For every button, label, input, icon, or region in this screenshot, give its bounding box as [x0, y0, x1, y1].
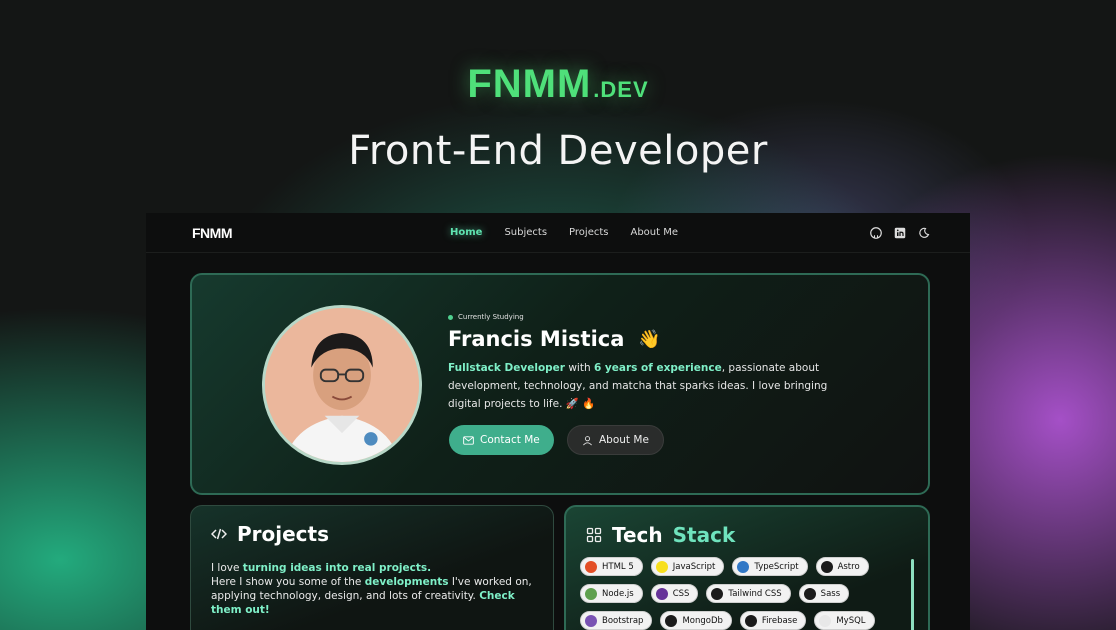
linkedin-icon[interactable] — [894, 227, 906, 239]
bio-experience: 6 years of experience — [593, 362, 722, 374]
avatar — [262, 305, 422, 465]
tech-title-b: Stack — [672, 523, 736, 547]
bio-with: with — [564, 362, 594, 374]
tech-logo-icon — [711, 587, 724, 600]
tech-title-a: Tech — [612, 523, 663, 547]
tech-logo-icon — [655, 587, 668, 600]
tech-chip: JavaScript — [650, 557, 725, 576]
tech-chip-label: HTML 5 — [602, 561, 634, 572]
projects-title: Projects — [211, 522, 329, 546]
tech-chip: Firebase — [739, 611, 807, 630]
tech-logo-icon — [585, 560, 597, 573]
nav-link-projects[interactable]: Projects — [569, 227, 608, 238]
nav-link-about[interactable]: About Me — [630, 227, 678, 238]
nav-link-subjects[interactable]: Subjects — [504, 227, 547, 238]
tech-chip: MongoDb — [660, 611, 732, 630]
status-dot — [448, 314, 453, 320]
about-me-label: About Me — [599, 434, 649, 446]
tech-logo-icon — [665, 614, 678, 627]
hero-logo-suffix: .DEV — [593, 77, 649, 102]
tech-logo-icon — [655, 560, 668, 573]
tech-chip-label: Firebase — [761, 615, 798, 626]
tech-logo-icon — [803, 587, 816, 600]
projects-line2-prefix: Here I show you some of the — [211, 576, 365, 588]
hero-logo-main: FNMM — [467, 62, 592, 106]
profile-bio: Fullstack Developer with 6 years of expe… — [448, 359, 848, 413]
tech-chip-label: Node.js — [602, 588, 634, 599]
tech-chip: TypeScript — [732, 557, 808, 576]
nav-icons — [870, 226, 930, 239]
tech-logo-icon — [819, 614, 832, 627]
mail-icon — [463, 435, 474, 445]
website-preview: FNMM Home Subjects Projects About Me Cur… — [146, 213, 970, 630]
projects-card: Projects I love turning ideas into real … — [190, 505, 554, 630]
nav-link-home[interactable]: Home — [450, 227, 482, 238]
github-icon[interactable] — [870, 226, 882, 239]
profile-name: Francis Mistica 👋 — [448, 327, 661, 351]
tech-logo-icon — [737, 560, 750, 573]
hero-subtitle: Front-End Developer — [348, 128, 768, 174]
nav-logo[interactable]: FNMM — [192, 225, 233, 241]
tech-chip: HTML 5 — [580, 557, 643, 576]
tech-chip-label: MySQL — [836, 615, 866, 626]
tech-chip-label: Astro — [837, 561, 860, 572]
tech-chip: MySQL — [814, 611, 875, 630]
tech-chip: Node.js — [580, 584, 643, 603]
tech-chip: Tailwind CSS — [706, 584, 791, 603]
tech-chip: CSS — [650, 584, 699, 603]
tech-logo-icon — [744, 614, 757, 627]
contact-me-label: Contact Me — [480, 434, 540, 446]
navbar: FNMM Home Subjects Projects About Me — [146, 213, 970, 253]
status-line: Currently Studying — [448, 313, 524, 321]
projects-line1-prefix: I love — [211, 562, 243, 574]
bio-role: Fullstack Developer — [448, 362, 565, 374]
projects-line1-highlight: turning ideas into real projects. — [242, 562, 432, 574]
tech-scrollbar[interactable] — [911, 559, 914, 630]
tech-chip-label: Bootstrap — [602, 615, 644, 626]
user-icon — [583, 435, 592, 445]
theme-toggle-icon[interactable] — [918, 227, 930, 239]
tech-chip-label: CSS — [672, 588, 690, 599]
tech-stack-title: Tech Stack — [586, 523, 735, 547]
profile-card: Currently Studying Francis Mistica 👋 Ful… — [190, 273, 930, 495]
projects-description: I love turning ideas into real projects.… — [211, 561, 541, 617]
hero-logo: FNMM.DEV — [0, 62, 1116, 107]
tech-chip: Sass — [798, 584, 850, 603]
tech-logo-icon — [820, 560, 833, 573]
grid-icon — [586, 527, 602, 543]
profile-name-text: Francis Mistica — [448, 327, 625, 351]
tech-chip-label: JavaScript — [672, 561, 716, 572]
waving-hand-icon: 👋 — [638, 328, 661, 350]
projects-line2-highlight: developments — [364, 576, 449, 588]
tech-logo-icon — [585, 614, 597, 627]
code-icon — [211, 528, 227, 540]
contact-me-button[interactable]: Contact Me — [449, 425, 554, 455]
about-me-button[interactable]: About Me — [567, 425, 664, 455]
status-text: Currently Studying — [458, 313, 524, 321]
nav-links: Home Subjects Projects About Me — [450, 227, 678, 238]
tech-chip-label: Tailwind CSS — [728, 588, 782, 599]
tech-stack-card: Tech Stack HTML 5 JavaScript TypeScript Astr… — [564, 505, 930, 630]
tech-logo-icon — [585, 587, 597, 600]
tech-chip-list: HTML 5 JavaScript TypeScript Astro Node.js CS… — [580, 557, 900, 630]
projects-title-text: Projects — [237, 522, 330, 546]
tech-chip-label: MongoDb — [682, 615, 723, 626]
tech-chip: Bootstrap — [580, 611, 653, 630]
tech-chip-label: Sass — [820, 588, 841, 599]
tech-chip: Astro — [815, 557, 869, 576]
tech-chip-label: TypeScript — [754, 561, 799, 572]
